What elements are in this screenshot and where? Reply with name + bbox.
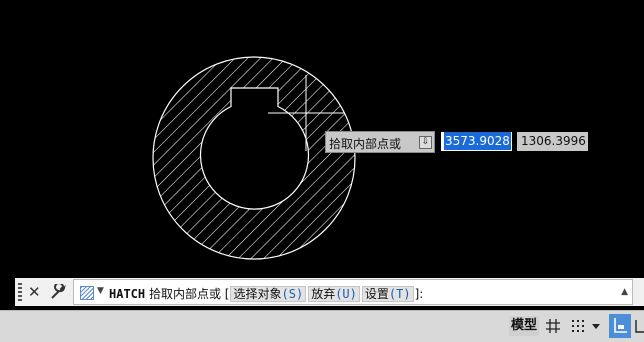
ortho-mode-button[interactable] (609, 314, 631, 338)
dynamic-input-prompt-text: 拾取内部点或 (329, 137, 402, 151)
polar-icon[interactable] (634, 318, 644, 334)
option-key: (T) (388, 287, 411, 301)
status-bar: 模型 (0, 310, 644, 342)
close-icon[interactable]: ✕ (28, 283, 41, 301)
model-space-button[interactable]: 模型 (509, 316, 539, 336)
option-label: 设置 (364, 287, 389, 301)
command-line-bar: ✕ ▼ HATCH 拾取内部点或 [选择对象(S) 放弃(U) 设置(T)]: ▲ (15, 278, 644, 306)
option-label: 选择对象 (233, 287, 282, 301)
option-open-bracket: [ (224, 287, 230, 301)
grid-icon[interactable] (545, 318, 561, 334)
option-settings[interactable]: 设置(T) (361, 286, 414, 302)
chevron-down-icon[interactable]: ▼ (97, 286, 104, 296)
option-select-objects[interactable]: 选择对象(S) (230, 286, 307, 302)
command-input[interactable]: ▼ HATCH 拾取内部点或 [选择对象(S) 放弃(U) 设置(T)]: ▲ (73, 279, 633, 305)
drag-grip-icon[interactable] (18, 283, 22, 301)
coordinate-y-field[interactable]: 1306.3996 (517, 132, 588, 151)
snap-icon[interactable] (570, 318, 586, 334)
option-label: 放弃 (311, 287, 336, 301)
option-key: (U) (335, 287, 357, 301)
ortho-icon (614, 318, 627, 333)
chevron-up-icon[interactable]: ▲ (621, 287, 628, 297)
option-undo[interactable]: 放弃(U) (308, 286, 360, 302)
command-prompt-text: 拾取内部点或 (148, 287, 221, 301)
hatched-annulus (152, 56, 356, 260)
download-arrow-icon[interactable]: ⇩ (419, 136, 432, 149)
hatch-icon (80, 286, 94, 300)
command-prompt: HATCH 拾取内部点或 [选择对象(S) 放弃(U) 设置(T)]: (109, 285, 423, 302)
chevron-down-icon[interactable] (590, 318, 602, 334)
coordinate-x-value: 3573.9028 (444, 132, 511, 150)
option-close-bracket: ]: (414, 287, 424, 301)
option-key: (S) (281, 287, 304, 301)
wrench-icon[interactable] (49, 284, 67, 300)
coordinate-x-field[interactable]: 3573.9028 (441, 132, 512, 151)
dynamic-input-prompt: 拾取内部点或 ⇩ (325, 131, 435, 153)
coordinate-y-value: 1306.3996 (521, 134, 586, 148)
command-name: HATCH (109, 287, 146, 301)
